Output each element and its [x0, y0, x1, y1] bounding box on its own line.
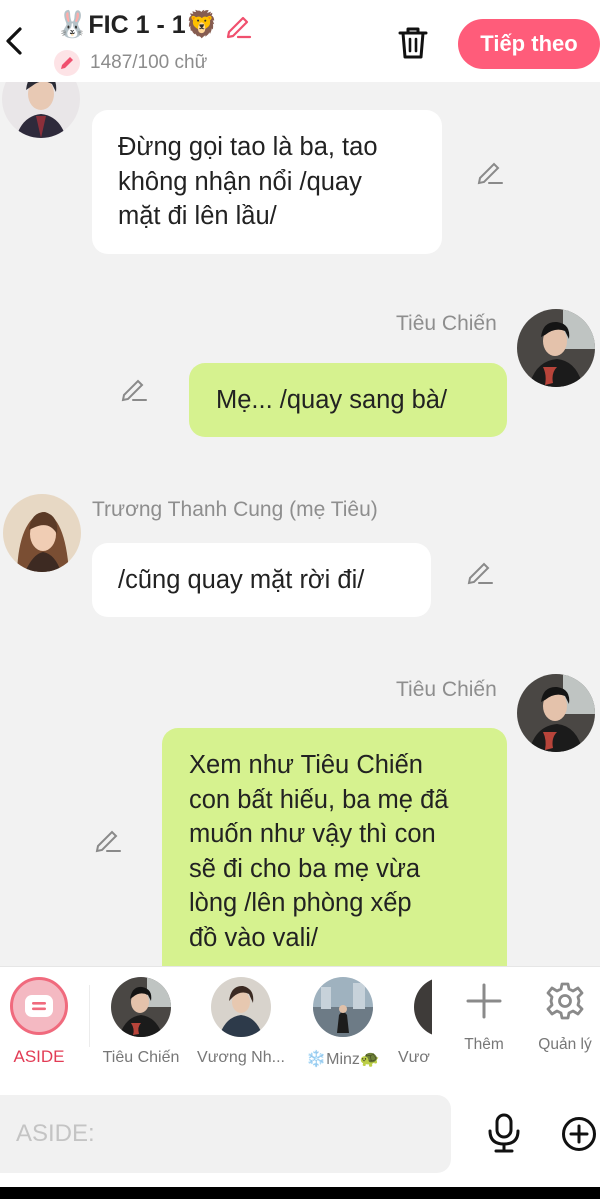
aside-label: ASIDE [13, 1047, 65, 1066]
back-arrow-icon[interactable] [2, 26, 26, 56]
story-title-row[interactable]: 🐰 FIC 1 - 1 🦁 [56, 10, 252, 40]
plus-icon [466, 983, 502, 1019]
add-circle-icon[interactable] [561, 1116, 597, 1152]
message-bubble[interactable]: Xem như Tiêu Chiến con bất hiếu, ba mẹ đ… [162, 728, 507, 966]
word-count-row: 1487/100 chữ [54, 50, 207, 76]
edit-title-pencil-icon[interactable] [224, 11, 252, 39]
message-line: mặt đi lên lầu/ [118, 202, 277, 230]
system-nav-strip [0, 1187, 600, 1199]
avatar-truong-thanh-cung[interactable] [3, 494, 81, 572]
character-name: Vương Nh... [197, 1049, 285, 1066]
speaker-name: Tiêu Chiến [396, 312, 497, 335]
character-tieu-chien[interactable]: Tiêu Chiến [96, 977, 186, 1067]
message-line: Đừng gọi tao là ba, tao [118, 133, 378, 161]
next-button[interactable]: Tiếp theo [458, 19, 600, 69]
microphone-icon[interactable] [486, 1113, 522, 1153]
message-input-bar [0, 1083, 600, 1187]
avatar-tieu-chien[interactable] [517, 674, 595, 752]
avatar-tieu-chien[interactable] [517, 309, 595, 387]
message-line: Mẹ... /quay sang bà/ [216, 386, 448, 414]
message-line: sẽ đi cho ba mẹ vừa [189, 854, 421, 883]
speaker-name: Trương Thanh Cung (mẹ Tiêu) [92, 498, 378, 521]
message-line: con bất hiếu, ba mẹ đã [189, 785, 449, 814]
character-name: Tiêu Chiến [102, 1049, 180, 1066]
character-selector-bar: ASIDE Tiêu Chiến Vương Nh... ❄️Minz🐢 Vươ… [0, 966, 600, 1083]
add-character-button[interactable]: Thêm [449, 981, 519, 1054]
pencil-badge-icon [54, 50, 80, 76]
avatar-father[interactable] [2, 82, 80, 138]
speaker-name: Tiêu Chiến [396, 678, 497, 701]
message-input[interactable] [0, 1095, 451, 1173]
edit-message-pencil-icon[interactable] [94, 826, 122, 854]
lion-emoji: 🦁 [185, 10, 218, 40]
gear-icon [546, 982, 584, 1020]
chat-area[interactable]: Đừng gọi tao là ba, tao không nhận nổi /… [0, 82, 600, 966]
character-vuong-nhat-bac[interactable]: Vương Nh... [196, 977, 286, 1067]
manage-characters-button[interactable]: Quản lý [530, 981, 600, 1054]
message-bubble[interactable]: Mẹ... /quay sang bà/ [189, 363, 507, 437]
character-avatar [111, 977, 171, 1037]
add-label: Thêm [464, 1036, 504, 1053]
edit-message-pencil-icon[interactable] [476, 158, 504, 186]
character-name: Vươ [398, 1049, 430, 1066]
message-line: đồ vào vali/ [189, 923, 318, 952]
aside-selector[interactable]: ASIDE [6, 977, 72, 1067]
character-avatar [211, 977, 271, 1037]
message-line: lòng /lên phòng xếp [189, 889, 412, 917]
divider [89, 985, 90, 1047]
character-avatar [313, 977, 373, 1037]
rabbit-emoji: 🐰 [56, 10, 89, 40]
manage-label: Quản lý [538, 1036, 592, 1053]
message-line: Xem như Tiêu Chiến [189, 751, 423, 779]
character-name: ❄️Minz🐢 [306, 1051, 380, 1068]
top-bar: 🐰 FIC 1 - 1 🦁 1487/100 chữ Tiếp theo [0, 0, 600, 82]
message-bubble[interactable]: /cũng quay mặt rời đi/ [92, 543, 431, 617]
message-line: không nhận nổi /quay [118, 167, 362, 196]
message-line: /cũng quay mặt rời đi/ [118, 566, 365, 594]
story-title: FIC 1 - 1 [88, 10, 186, 39]
aside-icon [10, 977, 68, 1035]
message-line: muốn như vậy thì con [189, 820, 436, 848]
trash-icon[interactable] [396, 24, 430, 60]
word-count: 1487/100 chữ [90, 52, 208, 73]
edit-message-pencil-icon[interactable] [466, 558, 494, 586]
edit-message-pencil-icon[interactable] [120, 375, 148, 403]
character-avatar [414, 977, 432, 1037]
character-minz[interactable]: ❄️Minz🐢 [298, 977, 388, 1069]
message-bubble[interactable]: Đừng gọi tao là ba, tao không nhận nổi /… [92, 110, 442, 254]
character-partial[interactable]: Vươ [398, 977, 432, 1067]
